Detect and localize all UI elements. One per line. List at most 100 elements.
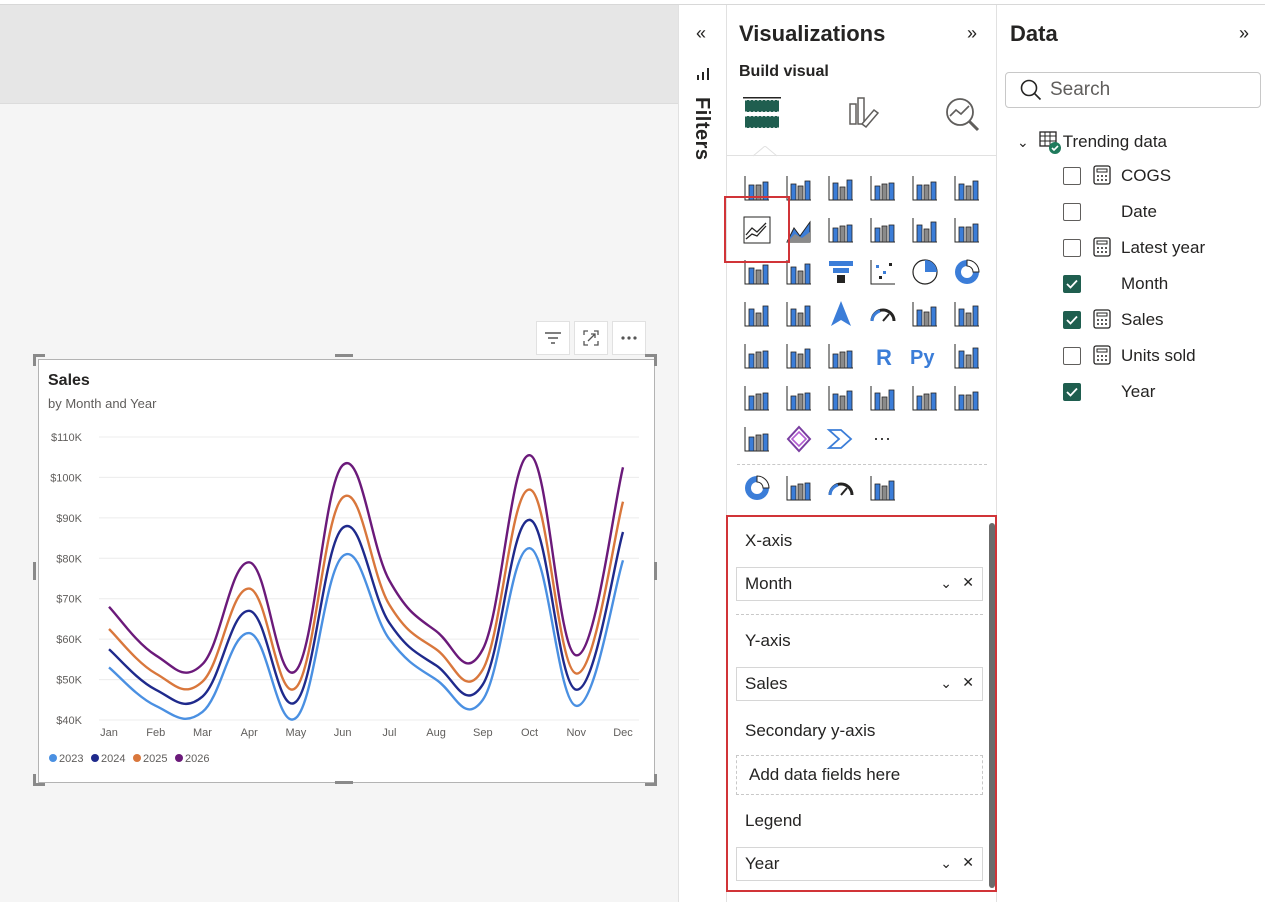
checkbox[interactable] — [1063, 203, 1081, 221]
line-chart-visual[interactable]: Sales by Month and Year $40K $50K $60K $70K… — [38, 359, 655, 783]
chevron-down-icon[interactable]: ⌄ — [940, 855, 952, 872]
field-row-latest-year[interactable]: Latest year — [1063, 236, 1205, 260]
power-automate-icon[interactable] — [908, 381, 942, 415]
line-stacked-column-icon[interactable] — [908, 213, 942, 247]
checkbox[interactable] — [1063, 311, 1081, 329]
legend-label[interactable]: 2025 — [143, 753, 167, 765]
field-row-sales[interactable]: Sales — [1063, 308, 1164, 332]
filters-pane-collapsed[interactable]: « Filters — [678, 5, 727, 902]
checkbox[interactable] — [1063, 347, 1081, 365]
paintbrush-icon — [849, 97, 880, 129]
wells-scrollbar[interactable] — [989, 523, 995, 888]
chevron-down-icon[interactable]: ⌄ — [1017, 134, 1029, 151]
close-icon[interactable]: ✕ — [962, 854, 974, 871]
series-line-2023[interactable] — [108, 546, 625, 721]
paginated-report-icon[interactable] — [824, 381, 858, 415]
legend-label[interactable]: 2023 — [59, 753, 83, 765]
legend-label[interactable]: 2026 — [185, 753, 209, 765]
r-script-icon[interactable]: R — [866, 339, 900, 373]
checkbox[interactable] — [1063, 275, 1081, 293]
power-automate-flow-icon[interactable] — [824, 422, 858, 456]
xaxis-drop-zone[interactable] — [736, 567, 983, 615]
search-box[interactable] — [1005, 72, 1261, 108]
field-name: Year — [1121, 382, 1156, 401]
stacked-area-chart-icon[interactable] — [824, 213, 858, 247]
report-canvas[interactable]: Sales by Month and Year $40K $50K $60K $70K… — [0, 0, 678, 902]
qa-icon[interactable] — [782, 381, 816, 415]
field-row-month[interactable]: Month — [1063, 272, 1168, 296]
arcgis-map-icon[interactable] — [740, 422, 774, 456]
y-tick-label: $40K — [56, 715, 82, 727]
globe-map-icon[interactable] — [740, 471, 774, 505]
x-tick-label: Dec — [613, 727, 633, 739]
clustered-column-chart-icon[interactable] — [866, 171, 900, 205]
scatter-chart-icon[interactable] — [866, 255, 900, 289]
focus-mode-icon[interactable] — [574, 321, 608, 355]
more-options-icon[interactable] — [612, 321, 646, 355]
donut-chart-icon[interactable] — [950, 255, 984, 289]
pie-chart-icon[interactable] — [908, 255, 942, 289]
field-row-year[interactable]: Year — [1063, 380, 1155, 404]
series-line-2024[interactable] — [108, 518, 625, 705]
y-tick-label: $50K — [56, 675, 82, 687]
chevron-down-icon[interactable]: ⌄ — [940, 675, 952, 692]
funnel-icon[interactable] — [824, 255, 858, 289]
image-icon[interactable] — [950, 381, 984, 415]
azure-map-icon[interactable] — [824, 297, 858, 331]
secondary-yaxis-drop-zone[interactable]: Add data fields here — [736, 755, 983, 795]
checkbox[interactable] — [1063, 383, 1081, 401]
resize-handle-left[interactable] — [33, 562, 36, 580]
resize-handle-bottom[interactable] — [335, 781, 353, 784]
resize-handle-bl-v[interactable] — [33, 774, 36, 786]
trophy-icon[interactable] — [824, 471, 858, 505]
filters-label[interactable]: Filters — [690, 97, 713, 161]
kpi-icon[interactable] — [950, 297, 984, 331]
format-visual-tab[interactable] — [837, 89, 887, 139]
slicer-icon[interactable] — [740, 339, 774, 373]
field-row-date[interactable]: Date — [1063, 200, 1157, 224]
collapse-filters-icon[interactable]: « — [696, 23, 706, 44]
legend-label[interactable]: 2024 — [101, 753, 125, 765]
field-row-units-sold[interactable]: Units sold — [1063, 344, 1196, 368]
checkbox[interactable] — [1063, 239, 1081, 257]
field-row-cogs[interactable]: COGS — [1063, 164, 1171, 188]
resize-handle-tr-v[interactable] — [654, 354, 657, 366]
more-visuals-icon[interactable]: ··· — [865, 421, 899, 455]
metrics-icon[interactable] — [866, 381, 900, 415]
resize-handle-tl-v[interactable] — [33, 354, 36, 366]
100-stacked-bar-chart-icon[interactable] — [908, 171, 942, 205]
table-visual-icon[interactable] — [782, 339, 816, 373]
decomposition-tree-icon[interactable] — [740, 381, 774, 415]
line-clustered-column-icon[interactable] — [950, 213, 984, 247]
legend-field-name: Year — [745, 854, 780, 873]
build-visual-tab[interactable] — [737, 89, 787, 139]
filled-map-icon[interactable] — [782, 471, 816, 505]
resize-handle-right[interactable] — [654, 562, 657, 580]
analytics-tab[interactable] — [937, 89, 987, 139]
map-icon[interactable] — [782, 297, 816, 331]
expand-data-icon[interactable]: » — [1239, 23, 1249, 44]
checkbox[interactable] — [1063, 167, 1081, 185]
key-influencers-icon[interactable] — [950, 339, 984, 373]
python-visual-icon[interactable]: Py — [908, 339, 942, 373]
treemap-icon[interactable] — [740, 297, 774, 331]
card-icon[interactable] — [908, 297, 942, 331]
expand-visualizations-icon[interactable]: » — [967, 23, 977, 44]
x-tick-label: Jan — [100, 727, 118, 739]
resize-handle-top[interactable] — [335, 354, 353, 357]
power-apps-icon[interactable] — [782, 422, 816, 456]
smart-filter-icon[interactable] — [866, 471, 900, 505]
100-stacked-area-chart-icon[interactable] — [866, 213, 900, 247]
gauge-icon[interactable] — [866, 297, 900, 331]
yaxis-field-name: Sales — [745, 674, 788, 693]
filter-icon[interactable] — [536, 321, 570, 355]
clustered-bar-chart-icon[interactable] — [824, 171, 858, 205]
100-stacked-column-chart-icon[interactable] — [950, 171, 984, 205]
search-input[interactable] — [1050, 79, 1240, 101]
legend-field-pill[interactable]: Year ⌄ ✕ — [736, 847, 983, 881]
close-icon[interactable]: ✕ — [962, 674, 974, 691]
resize-handle-br-v[interactable] — [654, 774, 657, 786]
yaxis-field-pill[interactable]: Sales ⌄ ✕ — [736, 667, 983, 701]
table-trending-data[interactable]: ⌄ Trending data — [1017, 129, 1167, 155]
matrix-icon[interactable] — [824, 339, 858, 373]
